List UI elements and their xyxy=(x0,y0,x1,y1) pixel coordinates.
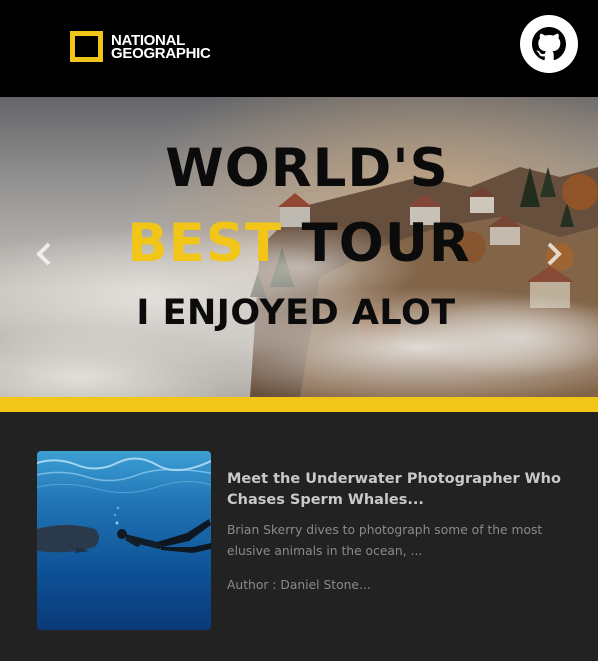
chevron-left-icon[interactable] xyxy=(33,240,55,268)
chevron-right-icon[interactable] xyxy=(543,240,565,268)
logo-line-geographic: GEOGRAPHIC xyxy=(111,44,211,62)
underwater-whale-image xyxy=(37,451,211,630)
site-header: NATIONAL GEOGRAPHIC xyxy=(0,0,598,97)
hero-title-line-2: BEST TOUR xyxy=(0,213,598,274)
article-thumbnail[interactable] xyxy=(37,451,211,630)
hero-carousel: WORLD'S BEST TOUR I ENJOYED ALOT xyxy=(0,97,598,397)
natgeo-frame-icon xyxy=(70,31,103,62)
logo-text: NATIONAL GEOGRAPHIC xyxy=(111,33,211,62)
article-author: Author : Daniel Stone... xyxy=(227,578,371,592)
hero-title-line-2-rest: TOUR xyxy=(282,213,471,274)
article-title[interactable]: Meet the Underwater Photographer Who Cha… xyxy=(227,469,577,511)
github-icon[interactable] xyxy=(520,15,578,73)
hero-title-line-1: WORLD'S xyxy=(165,138,449,199)
hero-subtitle: I ENJOYED ALOT xyxy=(136,293,456,333)
national-geographic-logo[interactable]: NATIONAL GEOGRAPHIC xyxy=(70,31,211,62)
accent-divider xyxy=(0,397,598,412)
hero-title-highlight: BEST xyxy=(127,213,283,274)
article-description: Brian Skerry dives to photograph some of… xyxy=(227,523,543,558)
